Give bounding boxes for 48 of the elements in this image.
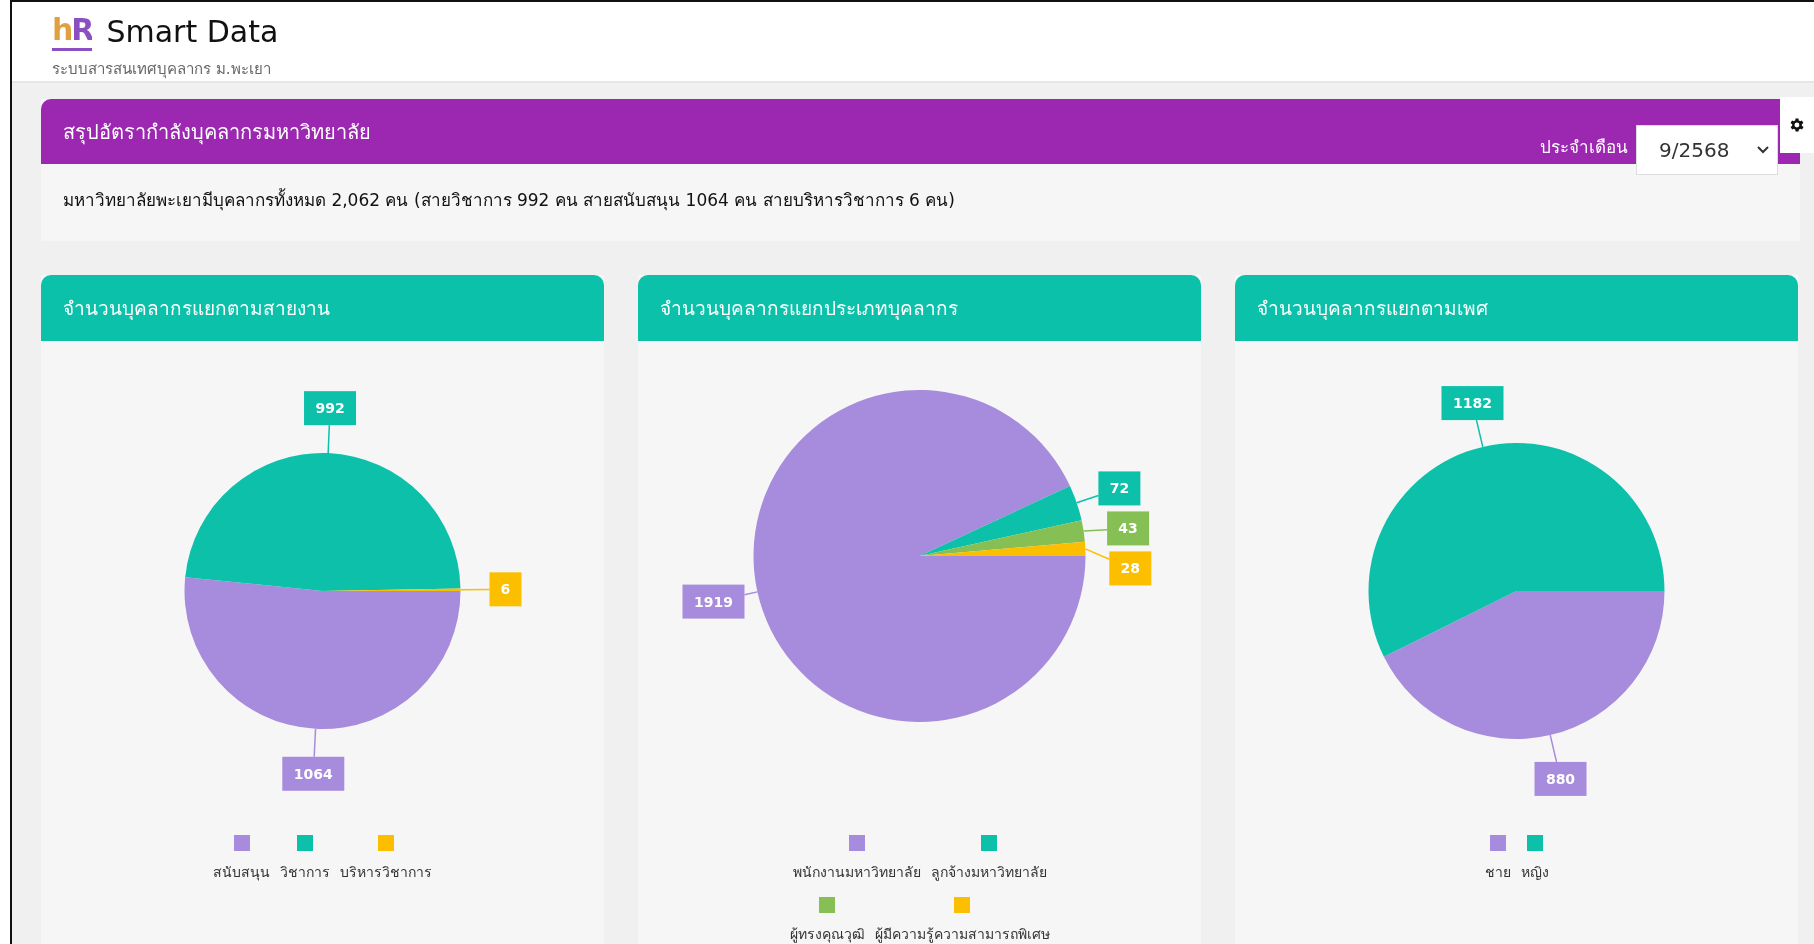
data-label: 992 [315, 400, 345, 417]
legend-label: วิชาการ [280, 863, 330, 882]
card-title: จำนวนบุคลากรแยกประเภทบุคลากร [638, 275, 1201, 341]
data-label: 43 [1118, 520, 1138, 537]
value-label: 1064 [282, 756, 345, 791]
legend-label: พนักงานมหาวิทยาลัย [792, 863, 921, 882]
value-label: 992 [304, 391, 357, 426]
value-label: 1919 [682, 584, 745, 619]
legend-label: ลูกจ้างมหาวิทยาลัย [930, 863, 1047, 883]
data-label: 6 [500, 581, 511, 598]
data-label: 72 [1109, 480, 1130, 497]
leader-line [1076, 494, 1100, 504]
summary-text: มหาวิทยาลัยพะเยามีบุคลากรทั้งหมด 2,062 คน (สายวิชาการ 992 คน สายสนับสนุน 1064 คน สายบริหารวิชาการ 6 คน) [62, 187, 956, 213]
data-label: 1064 [293, 765, 334, 782]
legend-label: ชาย [1484, 863, 1511, 882]
leader-line [1475, 419, 1484, 448]
legend-label: หญิง [1520, 863, 1549, 882]
value-label: 6 [489, 572, 522, 607]
value-label: 72 [1098, 471, 1141, 506]
leader-line [327, 424, 331, 454]
summary-title: สรุปอัตรากำลังบุคลากรมหาวิทยาลัย [63, 118, 371, 147]
month-label: ประจำเดือน [1540, 136, 1628, 159]
legend-label: ผู้มีความรู้ความสามารถพิเศษ [874, 925, 1050, 944]
settings-button[interactable] [1780, 97, 1814, 153]
leader-line [1082, 528, 1108, 532]
leader-line [1084, 548, 1111, 561]
app-subtitle: ระบบสารสนเทศบุคลากร ม.พะเยา [52, 59, 272, 81]
card-title: จำนวนบุคลากรแยกตามสายงาน [41, 275, 604, 341]
data-label: 1182 [1453, 395, 1492, 412]
month-select[interactable]: 9/2568 [1636, 125, 1778, 175]
value-label: 880 [1534, 761, 1587, 796]
value-label: 28 [1109, 551, 1152, 586]
legend-label: ผู้ทรงคุณวุฒิ [789, 925, 865, 944]
card-title: จำนวนบุคลากรแยกตามเพศ [1235, 275, 1798, 341]
chevron-icon [1757, 146, 1769, 154]
value-label: 1182 [1441, 386, 1504, 421]
settings-icon [1788, 116, 1806, 134]
legend-label: บริหารวิชาการ [340, 863, 432, 882]
leader-line [1549, 734, 1558, 763]
leader-line [459, 588, 491, 591]
data-label: 880 [1545, 770, 1576, 787]
data-label: 28 [1120, 560, 1141, 577]
leader-line [313, 728, 317, 758]
legend-label: สนับสนุน [213, 863, 270, 883]
data-label: 1919 [694, 593, 733, 610]
leader-line [743, 591, 759, 596]
value-label: 43 [1107, 511, 1150, 546]
app-title: Smart Data [106, 14, 279, 49]
